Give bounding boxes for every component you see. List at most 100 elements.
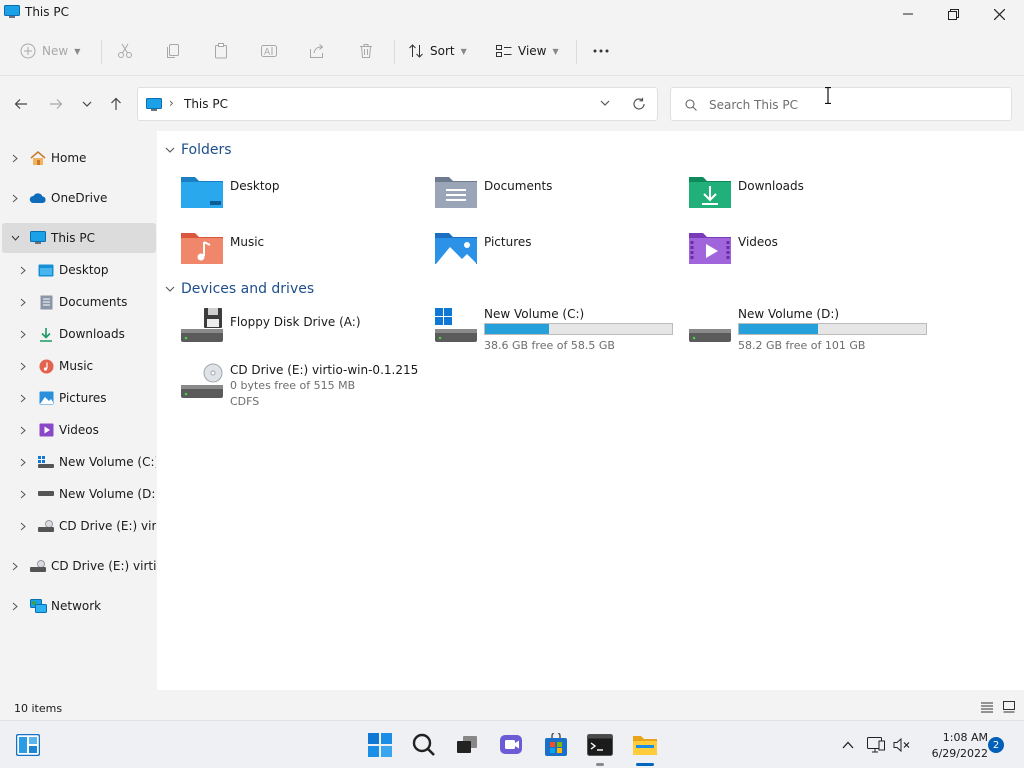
back-button[interactable]	[10, 93, 32, 115]
chevron-down-icon: ▼	[74, 46, 81, 56]
chevron-right-icon[interactable]	[10, 153, 20, 163]
paste-button[interactable]	[213, 36, 229, 66]
nav-item-music[interactable]: Music	[2, 351, 156, 381]
drive-free-space: 0 bytes free of 515 MB	[230, 379, 356, 392]
nav-item-label: New Volume (D:)	[59, 487, 156, 501]
search-taskbar-button[interactable]	[410, 731, 438, 759]
drive-free-space: 58.2 GB free of 101 GB	[738, 339, 866, 352]
folder-tile-music[interactable]: Music	[180, 229, 420, 277]
share-button[interactable]	[309, 36, 325, 66]
sort-button[interactable]: Sort ▼	[408, 36, 467, 66]
command-bar: New ▼ A Sort ▼ View ▼	[0, 28, 1024, 76]
nav-item-volume-d[interactable]: New Volume (D:)	[2, 479, 156, 509]
drive-tile-floppy-a[interactable]: Floppy Disk Drive (A:)	[180, 307, 420, 355]
chevron-up-icon	[842, 741, 854, 749]
music-icon	[37, 358, 55, 374]
chevron-right-icon[interactable]	[18, 393, 28, 403]
chevron-right-icon[interactable]	[18, 265, 28, 275]
nav-item-volume-c[interactable]: New Volume (C:)	[2, 447, 156, 477]
task-view-button[interactable]	[453, 731, 481, 759]
recent-locations-button[interactable]	[76, 93, 98, 115]
clock-time: 1:08 AM	[942, 731, 988, 744]
chevron-right-icon[interactable]	[18, 457, 28, 467]
minimize-button[interactable]	[885, 0, 931, 28]
chevron-right-icon[interactable]	[10, 193, 20, 203]
search-box[interactable]	[670, 87, 1012, 121]
clock[interactable]: 1:08 AM 6/29/2022	[918, 730, 988, 762]
up-button[interactable]	[105, 93, 127, 115]
rename-button[interactable]: A	[261, 36, 277, 66]
store-button[interactable]	[542, 731, 570, 759]
nav-item-label: Home	[51, 151, 87, 165]
chevron-down-icon: ▼	[460, 46, 467, 56]
volume-button[interactable]	[892, 735, 912, 755]
home-icon	[29, 150, 47, 166]
active-indicator	[636, 763, 654, 766]
notification-badge[interactable]: 2	[988, 737, 1004, 753]
this-pc-icon	[4, 5, 20, 18]
nav-item-home[interactable]: Home	[2, 143, 156, 173]
widgets-button[interactable]	[14, 731, 42, 759]
nav-item-videos[interactable]: Videos	[2, 415, 156, 445]
folders-group-header[interactable]: Folders	[165, 142, 232, 158]
show-hidden-icons-button[interactable]	[838, 735, 858, 755]
cut-button[interactable]	[117, 36, 133, 66]
nav-item-label: Desktop	[59, 263, 109, 277]
task-view-icon	[457, 736, 477, 753]
drive-icon	[689, 329, 731, 342]
refresh-icon[interactable]	[632, 97, 646, 111]
new-button[interactable]: New ▼	[20, 36, 80, 66]
copy-button[interactable]	[165, 36, 181, 66]
chevron-right-icon[interactable]	[18, 425, 28, 435]
nav-item-cd-drive[interactable]: CD Drive (E:) virtio	[2, 511, 156, 541]
chevron-right-icon[interactable]	[10, 561, 20, 571]
documents-folder-icon	[37, 294, 55, 310]
chevron-right-icon[interactable]	[18, 297, 28, 307]
nav-item-documents[interactable]: Documents	[2, 287, 156, 317]
nav-item-this-pc[interactable]: This PC	[2, 223, 156, 253]
chevron-right-icon[interactable]	[18, 361, 28, 371]
cd-drive-icon	[37, 518, 55, 534]
see-more-button[interactable]	[592, 36, 610, 66]
chevron-right-icon[interactable]	[18, 329, 28, 339]
folder-tile-downloads[interactable]: Downloads	[688, 173, 928, 221]
nav-item-desktop[interactable]: Desktop	[2, 255, 156, 285]
folder-tile-desktop[interactable]: Desktop	[180, 173, 420, 221]
restore-button[interactable]	[930, 0, 976, 28]
nav-item-pictures[interactable]: Pictures	[2, 383, 156, 413]
start-button[interactable]	[366, 731, 394, 759]
chevron-down-icon[interactable]	[600, 99, 610, 107]
terminal-button[interactable]	[586, 731, 614, 759]
folder-tile-documents[interactable]: Documents	[434, 173, 674, 221]
nav-item-downloads[interactable]: Downloads	[2, 319, 156, 349]
nav-item-label: Pictures	[59, 391, 107, 405]
nav-item-network[interactable]: Network	[2, 591, 156, 621]
drive-tile-volume-c[interactable]: New Volume (C:) 38.6 GB free of 58.5 GB	[434, 307, 694, 355]
chat-button[interactable]	[498, 731, 526, 759]
nav-item-onedrive[interactable]: OneDrive	[2, 183, 156, 213]
address-bar[interactable]: › This PC	[137, 87, 658, 121]
details-view-icon[interactable]	[980, 700, 994, 714]
network-status-button[interactable]	[866, 735, 886, 755]
large-icons-view-icon[interactable]	[1002, 700, 1016, 714]
address-path[interactable]: This PC	[184, 97, 228, 111]
chevron-down-icon[interactable]	[10, 233, 20, 243]
view-button[interactable]: View ▼	[496, 36, 559, 66]
nav-item-cd-drive-root[interactable]: CD Drive (E:) virtio-w	[2, 551, 156, 581]
search-input[interactable]	[709, 96, 989, 114]
nav-item-label: This PC	[51, 231, 95, 245]
drive-tile-cd-e[interactable]: CD Drive (E:) virtio-win-0.1.215 0 bytes…	[180, 363, 440, 411]
folder-tile-videos[interactable]: Videos	[688, 229, 928, 277]
file-explorer-taskbar-button[interactable]	[631, 731, 659, 759]
forward-button[interactable]	[45, 93, 67, 115]
chevron-right-icon[interactable]	[18, 489, 28, 499]
chevron-right-icon[interactable]	[10, 601, 20, 611]
chevron-right-icon[interactable]	[18, 521, 28, 531]
folders-heading: Folders	[181, 142, 232, 158]
close-button[interactable]	[976, 0, 1022, 28]
devices-heading: Devices and drives	[181, 281, 315, 297]
delete-button[interactable]	[358, 36, 374, 66]
drive-tile-volume-d[interactable]: New Volume (D:) 58.2 GB free of 101 GB	[688, 307, 948, 355]
folder-tile-pictures[interactable]: Pictures	[434, 229, 674, 277]
devices-group-header[interactable]: Devices and drives	[165, 281, 314, 297]
